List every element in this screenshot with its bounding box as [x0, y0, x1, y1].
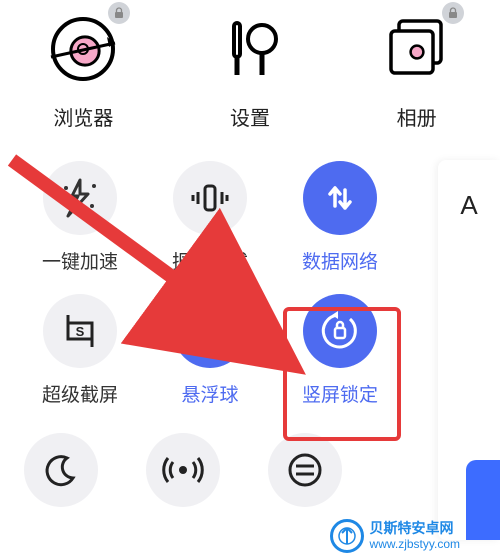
tile-label: 竖屏锁定 — [302, 380, 378, 407]
portrait-lock-icon — [303, 294, 377, 368]
tile-vibration[interactable]: 振动模式 — [154, 161, 266, 274]
data-icon — [303, 161, 377, 235]
settings-icon — [211, 10, 289, 88]
watermark-logo-icon — [330, 519, 364, 553]
floatball-icon — [173, 294, 247, 368]
svg-text:S: S — [76, 324, 85, 339]
tile-label: 超级截屏 — [42, 380, 118, 407]
app-label: 浏览器 — [53, 102, 113, 131]
app-settings[interactable]: 设置 — [195, 10, 305, 131]
moon-icon — [24, 433, 98, 507]
tile-label: 悬浮球 — [181, 380, 238, 407]
tile-boost[interactable]: 一键加速 — [24, 161, 136, 274]
side-panel-tab[interactable] — [466, 460, 500, 540]
tile-data[interactable]: 数据网络 — [284, 161, 396, 274]
tile-label: 数据网络 — [302, 247, 378, 274]
tile-screenshot[interactable]: S 超级截屏 — [24, 294, 136, 407]
tile-hotspot[interactable] — [146, 433, 220, 507]
dnd-icon — [268, 433, 342, 507]
app-row: 浏览器 设置 相 — [0, 0, 500, 131]
quick-settings-grid: 一键加速 振动模式 数据网络 S 超级截屏 悬浮球 竖屏锁定 — [0, 131, 420, 407]
tile-floatball[interactable]: 悬浮球 — [154, 294, 266, 407]
hotspot-icon — [146, 433, 220, 507]
app-label: 相册 — [397, 102, 437, 131]
watermark-url: www.zjbstyy.com — [370, 537, 460, 551]
bottom-tile-row — [0, 407, 500, 507]
watermark: 贝斯特安卓网 www.zjbstyy.com — [330, 519, 460, 553]
tile-label: 振动模式 — [172, 247, 248, 274]
lock-icon — [442, 2, 464, 24]
watermark-title: 贝斯特安卓网 — [370, 520, 460, 537]
boost-icon — [43, 161, 117, 235]
app-label: 设置 — [230, 102, 270, 131]
lock-icon — [108, 2, 130, 24]
tile-night-mode[interactable] — [24, 433, 98, 507]
browser-icon — [44, 10, 122, 88]
gallery-icon — [378, 10, 456, 88]
app-gallery[interactable]: 相册 — [362, 10, 472, 131]
side-panel: A — [438, 160, 500, 540]
side-panel-letter[interactable]: A — [460, 190, 477, 221]
tile-label: 一键加速 — [42, 247, 118, 274]
tile-do-not-disturb[interactable] — [268, 433, 342, 507]
app-browser[interactable]: 浏览器 — [28, 10, 138, 131]
vibration-icon — [173, 161, 247, 235]
screenshot-icon: S — [43, 294, 117, 368]
tile-portrait-lock[interactable]: 竖屏锁定 — [284, 294, 396, 407]
